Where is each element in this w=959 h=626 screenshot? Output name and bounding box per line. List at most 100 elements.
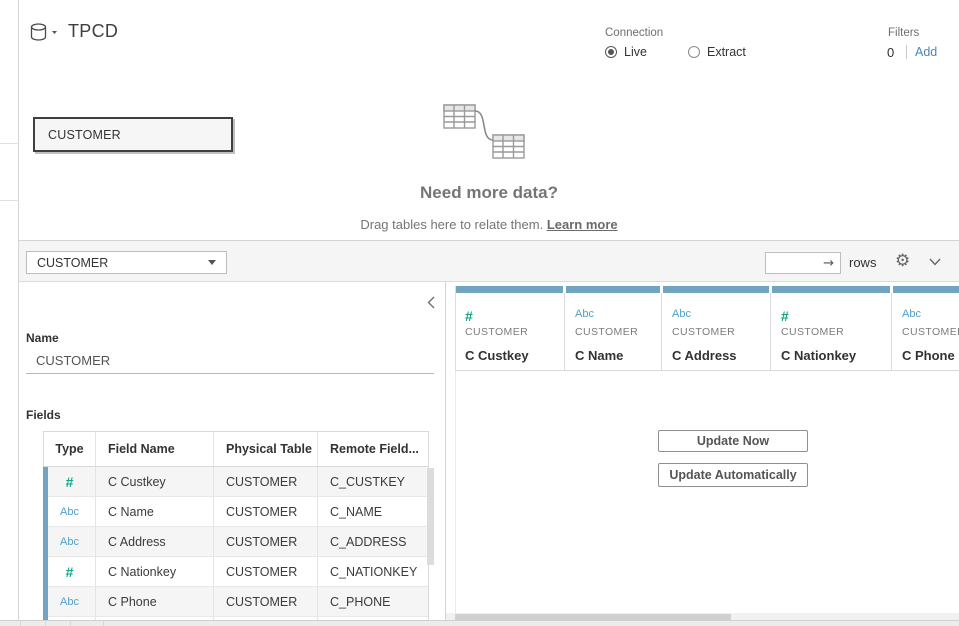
name-label: Name (26, 331, 59, 345)
chevron-down-icon[interactable] (929, 258, 941, 266)
column-accent-bar (893, 286, 959, 293)
connection-label: Connection (605, 27, 663, 39)
physical-table-cell: CUSTOMER (214, 587, 318, 616)
grid-field-name[interactable]: C Phone (902, 348, 955, 363)
grid-column-header[interactable]: Abc CUSTOMER C Name (565, 286, 662, 371)
table-name-input[interactable]: CUSTOMER (26, 348, 434, 374)
remote-field-cell: C_NAME (318, 497, 429, 526)
strip-divider (103, 620, 104, 626)
grid-field-name[interactable]: C Address (672, 348, 737, 363)
grid-table-caption: CUSTOMER (575, 326, 638, 338)
grid-column-header[interactable]: # CUSTOMER C Nationkey (771, 286, 892, 371)
database-menu[interactable] (30, 23, 64, 43)
field-name-cell: C Custkey (96, 467, 214, 496)
radio-unselected-icon (688, 46, 700, 58)
physical-table-cell: CUSTOMER (214, 527, 318, 556)
empty-state-subtitle: Drag tables here to relate them. Learn m… (19, 217, 959, 232)
strip-divider (70, 620, 71, 626)
number-type-icon: # (781, 308, 789, 324)
column-header-type[interactable]: Type (44, 432, 96, 466)
live-radio-label: Live (624, 45, 647, 59)
update-now-button[interactable]: Update Now (658, 430, 808, 452)
connection-extract-radio[interactable]: Extract (688, 45, 746, 59)
field-name-cell: C Phone (96, 587, 214, 616)
arrow-right-icon[interactable]: → (823, 256, 834, 271)
grid-field-name[interactable]: C Nationkey (781, 348, 856, 363)
physical-table-cell: CUSTOMER (214, 557, 318, 586)
number-type-icon: # (465, 308, 473, 324)
grid-column-header[interactable]: # CUSTOMER C Custkey (455, 286, 565, 371)
vertical-scrollbar[interactable] (427, 468, 434, 565)
table-select-value: CUSTOMER (37, 256, 108, 270)
radio-selected-icon (605, 46, 617, 58)
customer-table-node[interactable]: CUSTOMER (33, 117, 233, 152)
connections-pane-collapsed (0, 0, 19, 626)
field-name-cell: C Address (96, 527, 214, 556)
field-name-cell: C Nationkey (96, 557, 214, 586)
grid-table-caption: CUSTOMER (781, 326, 844, 338)
field-type-cell: # (44, 467, 96, 496)
physical-table-cell: CUSTOMER (214, 497, 318, 526)
empty-state-hint: Drag tables here to relate them. (360, 217, 543, 232)
learn-more-link[interactable]: Learn more (547, 217, 618, 232)
empty-state-title: Need more data? (19, 183, 959, 203)
fields-table-header: Type Field Name Physical Table Remote Fi… (44, 432, 429, 467)
remote-field-cell: C_NATIONKEY (318, 557, 429, 586)
table-row[interactable]: Abc C Address CUSTOMER C_ADDRESS (44, 527, 429, 557)
strip-divider (20, 620, 21, 626)
fields-label: Fields (26, 408, 61, 422)
column-header-remote-field[interactable]: Remote Field... (318, 432, 429, 466)
strip-divider (45, 620, 46, 626)
string-type-icon: Abc (672, 308, 691, 320)
table-row[interactable]: # C Nationkey CUSTOMER C_NATIONKEY (44, 557, 429, 587)
connection-live-radio[interactable]: Live (605, 45, 647, 59)
table-row[interactable]: Abc C Phone CUSTOMER C_PHONE (44, 587, 429, 617)
grid-border (455, 370, 959, 371)
bottom-edge-strip (0, 620, 959, 626)
row-selection-bar (43, 467, 48, 620)
field-type-cell: Abc (44, 587, 96, 616)
remote-field-cell: C_PHONE (318, 587, 429, 616)
physical-table-cell: CUSTOMER (214, 467, 318, 496)
grid-border (455, 286, 456, 371)
filters-separator (906, 45, 907, 59)
customer-table-node-label: CUSTOMER (48, 128, 121, 142)
number-type-icon: # (66, 564, 74, 580)
table-row[interactable]: Abc C Name CUSTOMER C_NAME (44, 497, 429, 527)
database-caret-icon (52, 31, 57, 34)
grid-column-header[interactable]: Abc CUSTOMER C Address (662, 286, 771, 371)
grid-column-header[interactable]: Abc CUSTOMER C Phone (892, 286, 959, 371)
field-type-cell: # (44, 557, 96, 586)
grid-field-name[interactable]: C Custkey (465, 348, 529, 363)
table-row[interactable]: # C Custkey CUSTOMER C_CUSTKEY (44, 467, 429, 497)
rows-limit-input[interactable]: → (765, 252, 841, 274)
column-header-field-name[interactable]: Field Name (96, 432, 214, 466)
column-accent-bar (456, 286, 563, 293)
fields-table: Type Field Name Physical Table Remote Fi… (43, 431, 429, 626)
remote-field-cell: C_ADDRESS (318, 527, 429, 556)
grid-border (455, 371, 456, 614)
gutter-divider (0, 143, 19, 144)
field-name-cell: C Name (96, 497, 214, 526)
field-type-cell: Abc (44, 497, 96, 526)
datasource-title[interactable]: TPCD (68, 21, 118, 42)
grid-field-name[interactable]: C Name (575, 348, 623, 363)
column-accent-bar (663, 286, 769, 293)
gear-icon[interactable]: ⚙ (895, 251, 910, 271)
collapse-panel-icon[interactable] (427, 296, 435, 309)
column-accent-bar (772, 286, 890, 293)
string-type-icon: Abc (60, 596, 79, 608)
field-type-cell: Abc (44, 527, 96, 556)
string-type-icon: Abc (60, 536, 79, 548)
number-type-icon: # (66, 474, 74, 490)
filters-add-link[interactable]: Add (915, 45, 937, 59)
update-automatically-button[interactable]: Update Automatically (658, 463, 808, 487)
rows-label: rows (849, 255, 876, 270)
extract-radio-label: Extract (707, 45, 746, 59)
filters-count: 0 (887, 45, 894, 60)
filters-label: Filters (888, 27, 919, 39)
table-name-value: CUSTOMER (36, 353, 110, 368)
database-icon (32, 24, 46, 40)
column-header-physical-table[interactable]: Physical Table (214, 432, 318, 466)
table-select-dropdown[interactable]: CUSTOMER (26, 251, 227, 274)
